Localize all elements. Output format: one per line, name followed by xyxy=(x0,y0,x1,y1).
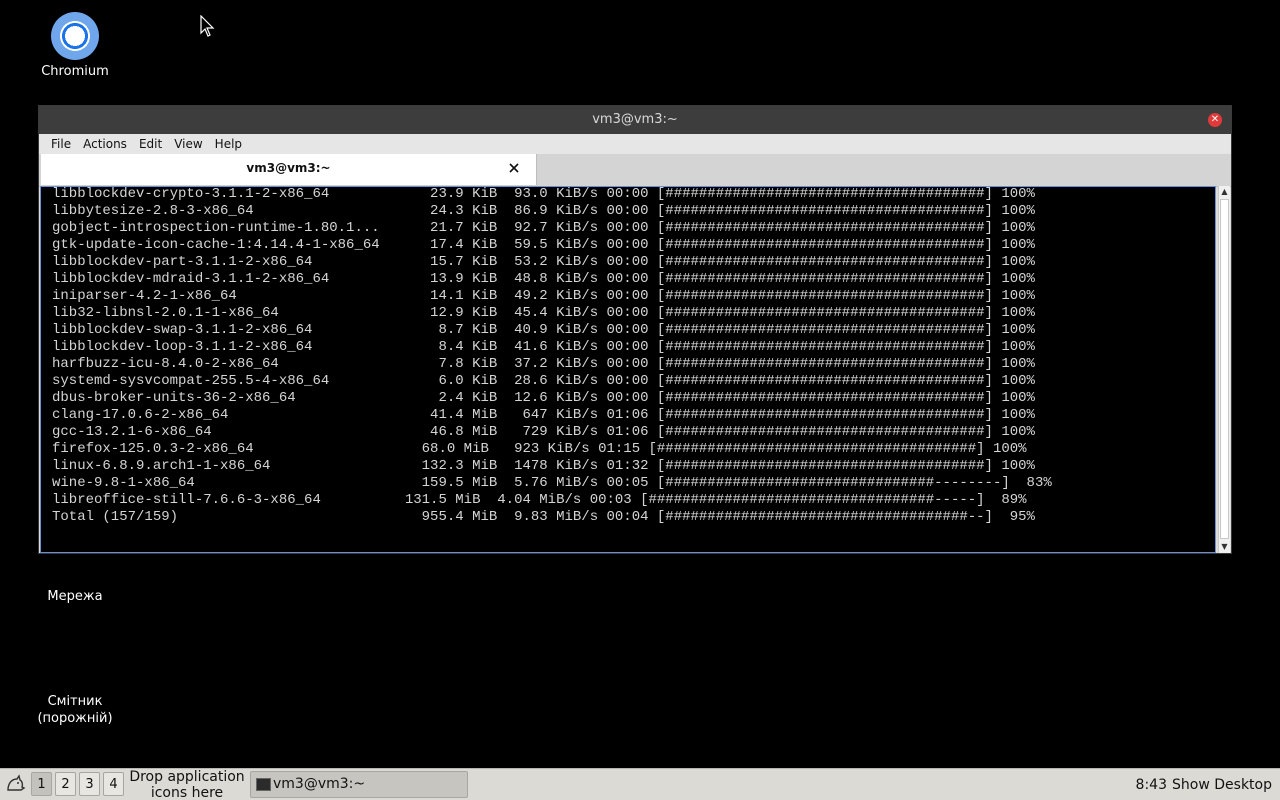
terminal-line: systemd-sysvcompat-255.5-4-x86_64 6.0 Ki… xyxy=(52,373,1035,389)
desktop-icon-trash[interactable]: Смітник (порожній) xyxy=(20,693,130,727)
terminal-line: gcc-13.2.1-6-x86_64 46.8 MiB 729 KiB/s 0… xyxy=(52,424,1035,440)
desktop-icon-label: Мережа xyxy=(47,589,103,604)
terminal-icon xyxy=(256,778,271,791)
terminal-line: libblockdev-crypto-3.1.1-2-x86_64 23.9 K… xyxy=(52,186,1035,202)
scroll-up-icon[interactable]: ▲ xyxy=(1219,186,1230,198)
window-titlebar[interactable]: vm3@vm3:~ ✕ xyxy=(39,106,1231,134)
menu-actions[interactable]: Actions xyxy=(77,134,133,154)
terminal-line: gtk-update-icon-cache-1:4.14.4-1-x86_64 … xyxy=(52,237,1035,253)
close-window-icon[interactable]: ✕ xyxy=(1208,113,1222,127)
menu-file[interactable]: File xyxy=(45,134,77,154)
terminal-line: firefox-125.0.3-2-x86_64 68.0 MiB 923 Ki… xyxy=(52,441,1027,457)
menu-help[interactable]: Help xyxy=(209,134,248,154)
clock[interactable]: 8:43 xyxy=(1136,769,1167,800)
task-button-label: vm3@vm3:~ xyxy=(273,776,366,792)
terminal-line: libblockdev-swap-3.1.1-2-x86_64 8.7 KiB … xyxy=(52,322,1035,338)
workspace-4-button[interactable]: 4 xyxy=(103,772,124,796)
terminal-line: libbytesize-2.8-3-x86_64 24.3 KiB 86.9 K… xyxy=(52,203,1035,219)
tab-terminal[interactable]: vm3@vm3:~ xyxy=(41,154,537,185)
drop-area-label: icons here xyxy=(150,785,224,800)
window-title: vm3@vm3:~ xyxy=(592,112,678,127)
terminal-output[interactable]: libblockdev-crypto-3.1.1-2-x86_64 23.9 K… xyxy=(40,186,1216,553)
terminal-line: libblockdev-loop-3.1.1-2-x86_64 8.4 KiB … xyxy=(52,339,1035,355)
terminal-line: iniparser-4.2-1-x86_64 14.1 KiB 49.2 KiB… xyxy=(52,288,1035,304)
close-tab-icon[interactable] xyxy=(506,160,522,176)
terminal-line: harfbuzz-icu-8.4.0-2-x86_64 7.8 KiB 37.2… xyxy=(52,356,1035,372)
terminal-line: libreoffice-still-7.6.6-3-x86_64 131.5 M… xyxy=(52,492,1027,508)
scroll-down-icon[interactable]: ▼ xyxy=(1219,541,1230,553)
terminal-line: dbus-broker-units-36-2-x86_64 2.4 KiB 12… xyxy=(52,390,1035,406)
terminal-line: linux-6.8.9.arch1-1-x86_64 132.3 MiB 147… xyxy=(52,458,1035,474)
scroll-thumb[interactable] xyxy=(1220,199,1229,539)
workspace-2-button[interactable]: 2 xyxy=(55,772,76,796)
drop-area-label: Drop application xyxy=(129,769,245,785)
terminal-line: lib32-libnsl-2.0.1-1-x86_64 12.9 KiB 45.… xyxy=(52,305,1035,321)
mouse-cursor-icon xyxy=(200,15,215,37)
terminal-window: vm3@vm3:~ ✕ File Actions Edit View Help … xyxy=(38,105,1232,554)
terminal-line: clang-17.0.6-2-x86_64 41.4 MiB 647 KiB/s… xyxy=(52,407,1035,423)
terminal-line: wine-9.8-1-x86_64 159.5 MiB 5.76 MiB/s 0… xyxy=(52,475,1052,491)
workspace-3-button[interactable]: 3 xyxy=(79,772,100,796)
launcher-drop-area[interactable]: Drop application icons here xyxy=(127,769,247,800)
desktop-icon-label: Chromium xyxy=(41,64,109,79)
desktop-icon-network[interactable]: Мережа xyxy=(20,588,130,605)
applications-menu-icon[interactable] xyxy=(4,773,26,795)
show-desktop-button[interactable]: Show Desktop xyxy=(1172,769,1272,800)
menu-view[interactable]: View xyxy=(168,134,208,154)
task-button-terminal[interactable]: vm3@vm3:~ xyxy=(250,771,468,798)
desktop-icon-label: (порожній) xyxy=(37,711,113,726)
desktop-icon-label: Смітник xyxy=(47,694,103,709)
terminal-line: libblockdev-part-3.1.1-2-x86_64 15.7 KiB… xyxy=(52,254,1035,270)
terminal-scrollbar[interactable]: ▲ ▼ xyxy=(1218,186,1230,553)
terminal-line: libblockdev-mdraid-3.1.1-2-x86_64 13.9 K… xyxy=(52,271,1035,287)
chromium-icon xyxy=(51,12,99,60)
tab-bar: vm3@vm3:~ xyxy=(39,154,1231,187)
desktop-icon-chromium[interactable]: Chromium xyxy=(20,12,130,80)
menu-bar: File Actions Edit View Help xyxy=(39,134,1231,154)
taskbar: 1 2 3 4 Drop application icons here vm3@… xyxy=(0,768,1280,800)
tab-label: vm3@vm3:~ xyxy=(246,161,331,175)
terminal-line: Total (157/159) 955.4 MiB 9.83 MiB/s 00:… xyxy=(52,509,1035,525)
workspace-1-button[interactable]: 1 xyxy=(31,772,52,796)
menu-edit[interactable]: Edit xyxy=(133,134,168,154)
terminal-text: libblockdev-crypto-3.1.1-2-x86_64 23.9 K… xyxy=(52,186,1052,526)
terminal-line: gobject-introspection-runtime-1.80.1... … xyxy=(52,220,1035,236)
